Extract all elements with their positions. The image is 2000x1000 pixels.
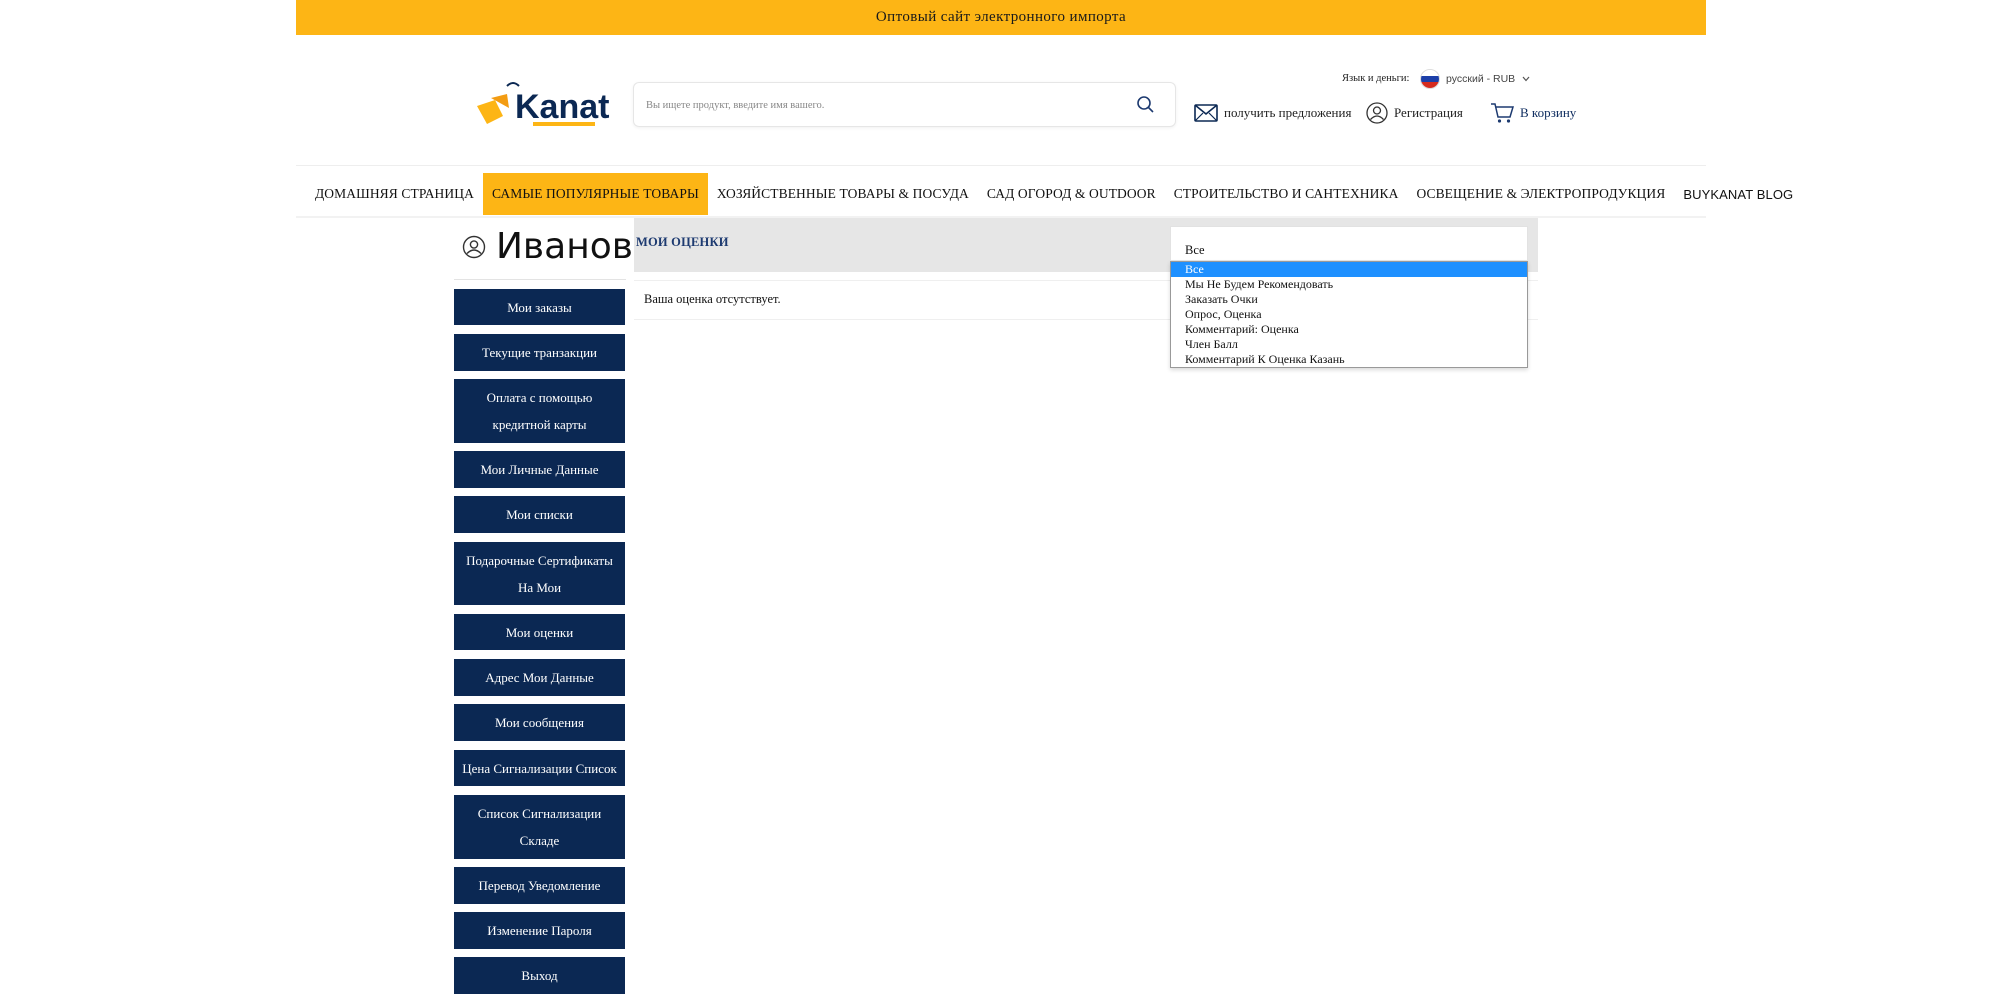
sidebar-item-gift-certificates[interactable]: Подарочные Сертификаты На Мои [454, 542, 625, 605]
sidebar-item-price-alert[interactable]: Цена Сигнализации Список [454, 750, 625, 786]
search-bar [633, 82, 1176, 128]
top-announcement-text: Оптовый сайт электронного импорта [875, 9, 1127, 25]
sidebar-item-transactions[interactable]: Текущие транзакции [454, 334, 625, 371]
nav-item-lighting[interactable]: ОСВЕЩЕНИЕ & ЭЛЕКТРОПРОДУКЦИЯ [1407, 173, 1674, 215]
empty-ratings-message: Ваша оценка отсутствует. [644, 292, 781, 306]
register-label: Регистрация [1394, 105, 1463, 120]
register-link[interactable]: Регистрация [1366, 102, 1463, 124]
cart-link[interactable]: В корзину [1490, 102, 1576, 124]
site-logo[interactable]: Kanat [473, 78, 618, 130]
kanat-logo-icon: Kanat [477, 82, 609, 126]
search-button[interactable] [1134, 93, 1158, 117]
sidebar-item-orders[interactable]: Мои заказы [454, 289, 625, 325]
cart-icon [1491, 103, 1514, 123]
get-offers-label: получить предложения [1224, 105, 1352, 120]
envelope-icon [1194, 104, 1218, 122]
ratings-filter-select[interactable]: Все [1170, 226, 1528, 260]
language-currency-label: Язык и деньги: [1342, 73, 1410, 84]
sidebar-item-personal-data[interactable]: Мои Личные Данные [454, 451, 625, 488]
nav-item-construction[interactable]: СТРОИТЕЛЬСТВО И САНТЕХНИКА [1165, 173, 1408, 215]
user-circle-icon [462, 235, 486, 258]
top-announcement-bar: Оптовый сайт электронного импорта [296, 0, 1706, 35]
chevron-down-icon [1522, 76, 1530, 82]
user-header: Иванов [462, 226, 633, 267]
sidebar-item-ratings[interactable]: Мои оценки [454, 614, 625, 650]
filter-option-comment-rating[interactable]: Комментарий: Оценка [1171, 322, 1527, 337]
user-icon [1366, 102, 1388, 124]
sidebar-item-transfer-notice[interactable]: Перевод Уведомление [454, 867, 625, 904]
search-input[interactable] [644, 83, 1118, 128]
sidebar-item-credit-card[interactable]: Оплата с помощью кредитной карты [454, 379, 625, 443]
nav-item-household[interactable]: ХОЗЯЙСТВЕННЫЕ ТОВАРЫ & ПОСУДА [708, 173, 978, 215]
sidebar-item-logout[interactable]: Выход [454, 957, 625, 994]
sidebar-item-messages[interactable]: Мои сообщения [454, 704, 625, 741]
filter-option-all[interactable]: Все [1171, 262, 1527, 277]
sidebar-item-lists[interactable]: Мои списки [454, 496, 625, 533]
nav-item-popular[interactable]: САМЫЕ ПОПУЛЯРНЫЕ ТОВАРЫ [482, 173, 708, 215]
language-currency-select[interactable]: русский - RUB [1420, 68, 1531, 90]
ratings-filter-value: Все [1185, 243, 1205, 257]
sidebar-item-address[interactable]: Адрес Мои Данные [454, 659, 625, 696]
nav-item-garden[interactable]: САД ОГОРОД & OUTDOOR [978, 173, 1165, 215]
filter-option-order-points[interactable]: Заказать Очки [1171, 292, 1527, 307]
filter-option-not-recommend[interactable]: Мы Не Будем Рекомендовать [1171, 277, 1527, 292]
search-icon [1137, 96, 1154, 113]
language-currency-value: русский - RUB [1446, 73, 1516, 85]
nav-divider [296, 165, 1706, 166]
logo-wordmark: Kanat [515, 88, 609, 126]
page-title: МОИ ОЦЕНКИ [636, 235, 729, 249]
sidebar-divider [454, 279, 626, 280]
russia-flag-icon [1420, 69, 1440, 89]
filter-option-comment-kazan[interactable]: Комментарий К Оценка Казань [1171, 352, 1527, 367]
filter-option-survey-rating[interactable]: Опрос, Оценка [1171, 307, 1527, 322]
sidebar-item-change-password[interactable]: Изменение Пароля [454, 912, 625, 949]
user-name: Иванов [496, 226, 633, 267]
sidebar-item-stock-alert[interactable]: Список Сигнализации Складе [454, 795, 625, 859]
nav-item-home[interactable]: ДОМАШНЯЯ СТРАНИЦА [306, 173, 483, 215]
nav-item-blog[interactable]: BUYKANAT BLOG [1674, 173, 1802, 215]
main-navigation: ДОМАШНЯЯ СТРАНИЦА САМЫЕ ПОПУЛЯРНЫЕ ТОВАР… [306, 173, 1802, 215]
ratings-filter-dropdown: Все Мы Не Будем Рекомендовать Заказать О… [1170, 261, 1528, 368]
get-offers-link[interactable]: получить предложения [1194, 102, 1351, 124]
cart-label: В корзину [1520, 105, 1577, 120]
filter-option-member-score[interactable]: Член Балл [1171, 337, 1527, 352]
